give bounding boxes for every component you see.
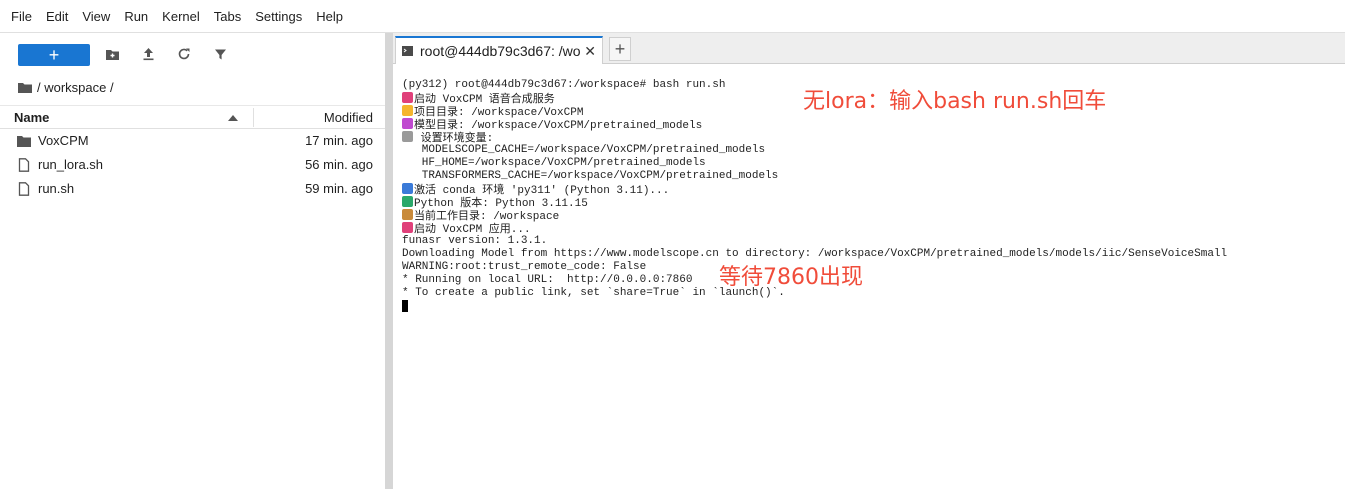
emoji-icon [402, 183, 413, 194]
terminal-icon [402, 46, 413, 56]
menu-view[interactable]: View [75, 0, 117, 33]
terminal-line-text: * Running on local URL: http://0.0.0.0:7… [402, 274, 693, 286]
terminal-prompt-line [402, 300, 1332, 313]
breadcrumb-path[interactable]: / workspace / [37, 80, 114, 95]
column-modified-header[interactable]: Modified [324, 110, 373, 125]
folder-icon [17, 136, 31, 147]
column-name-header[interactable]: Name [14, 110, 49, 125]
terminal-line-text: (py312) root@444db79c3d67:/workspace# ba… [402, 79, 726, 91]
file-name: VoxCPM [38, 133, 89, 148]
menu-help[interactable]: Help [309, 0, 350, 33]
file-icon [18, 182, 30, 196]
menu-bar: File Edit View Run Kernel Tabs Settings … [0, 0, 1345, 33]
file-list-header: Name Modified [0, 105, 385, 129]
emoji-icon [402, 131, 413, 142]
close-icon[interactable]: ✕ [584, 43, 596, 60]
column-divider[interactable] [253, 108, 254, 127]
terminal-line: HF_HOME=/workspace/VoxCPM/pretrained_mod… [402, 157, 1332, 170]
sort-ascending-icon[interactable] [228, 115, 238, 121]
breadcrumb: / workspace / [18, 78, 114, 96]
terminal-line: TRANSFORMERS_CACHE=/workspace/VoxCPM/pre… [402, 170, 1332, 183]
file-row-run-lora[interactable]: run_lora.sh 56 min. ago [0, 153, 385, 177]
terminal-cursor [402, 300, 408, 312]
file-row-voxcpm[interactable]: VoxCPM 17 min. ago [0, 129, 385, 153]
folder-icon[interactable] [18, 82, 32, 93]
file-icon [18, 158, 30, 172]
menu-settings[interactable]: Settings [248, 0, 309, 33]
terminal-line: * Running on local URL: http://0.0.0.0:7… [402, 274, 1332, 287]
emoji-icon [402, 196, 413, 207]
new-tab-button[interactable]: + [609, 37, 631, 61]
terminal-line: 模型目录: /workspace/VoxCPM/pretrained_model… [402, 118, 1332, 132]
plus-icon: + [48, 45, 60, 65]
new-folder-icon[interactable] [104, 46, 120, 62]
file-name: run_lora.sh [38, 157, 104, 172]
file-name: run.sh [38, 181, 75, 196]
terminal-line-text: TRANSFORMERS_CACHE=/workspace/VoxCPM/pre… [402, 170, 779, 182]
refresh-icon[interactable] [176, 46, 192, 62]
terminal-line: 启动 VoxCPM 应用... [402, 222, 1332, 236]
upload-icon[interactable] [140, 46, 156, 62]
annotation-wait-7860: 等待7860出现 [719, 265, 863, 290]
menu-run[interactable]: Run [117, 0, 155, 33]
terminal-line: 激活 conda 环境 'py311' (Python 3.11)... [402, 183, 1332, 197]
menu-tabs[interactable]: Tabs [207, 0, 248, 33]
terminal-line-text: MODELSCOPE_CACHE=/workspace/VoxCPM/pretr… [402, 144, 766, 156]
main-area: root@444db79c3d67: /wo ✕ + (py312) root@… [393, 33, 1345, 489]
tab-label: root@444db79c3d67: /wo [420, 43, 581, 59]
emoji-icon [402, 105, 413, 116]
tab-terminal[interactable]: root@444db79c3d67: /wo ✕ [395, 36, 603, 64]
new-launcher-button[interactable]: + [18, 44, 90, 66]
terminal-line-text: WARNING:root:trust_remote_code: False [402, 261, 647, 273]
terminal-line-text: funasr version: 1.3.1. [402, 235, 548, 247]
menu-edit[interactable]: Edit [39, 0, 75, 33]
filter-icon[interactable] [212, 46, 228, 62]
terminal-line: Downloading Model from https://www.model… [402, 248, 1332, 261]
file-modified: 56 min. ago [305, 157, 373, 172]
menu-file[interactable]: File [4, 0, 39, 33]
emoji-icon [402, 92, 413, 103]
emoji-icon [402, 209, 413, 220]
terminal-line: * To create a public link, set `share=Tr… [402, 287, 1332, 300]
terminal-line: 设置环境变量: [402, 131, 1332, 145]
terminal-line: 当前工作目录: /workspace [402, 209, 1332, 223]
terminal-line: Python 版本: Python 3.11.15 [402, 196, 1332, 210]
terminal-line: MODELSCOPE_CACHE=/workspace/VoxCPM/pretr… [402, 144, 1332, 157]
menu-kernel[interactable]: Kernel [155, 0, 207, 33]
terminal-line: funasr version: 1.3.1. [402, 235, 1332, 248]
terminal-line: WARNING:root:trust_remote_code: False [402, 261, 1332, 274]
annotation-no-lora: 无lora：输入bash run.sh回车 [803, 89, 1107, 114]
tab-bar: root@444db79c3d67: /wo ✕ + [393, 33, 1345, 64]
file-modified: 59 min. ago [305, 181, 373, 196]
emoji-icon [402, 222, 413, 233]
file-row-run[interactable]: run.sh 59 min. ago [0, 177, 385, 201]
panel-splitter[interactable] [385, 33, 393, 489]
terminal-line-text: HF_HOME=/workspace/VoxCPM/pretrained_mod… [402, 157, 706, 169]
file-browser-panel: + / workspace / Name Modified VoxCPM 17 … [0, 33, 385, 489]
emoji-icon [402, 118, 413, 129]
file-modified: 17 min. ago [305, 133, 373, 148]
file-browser-toolbar: + [0, 33, 385, 75]
